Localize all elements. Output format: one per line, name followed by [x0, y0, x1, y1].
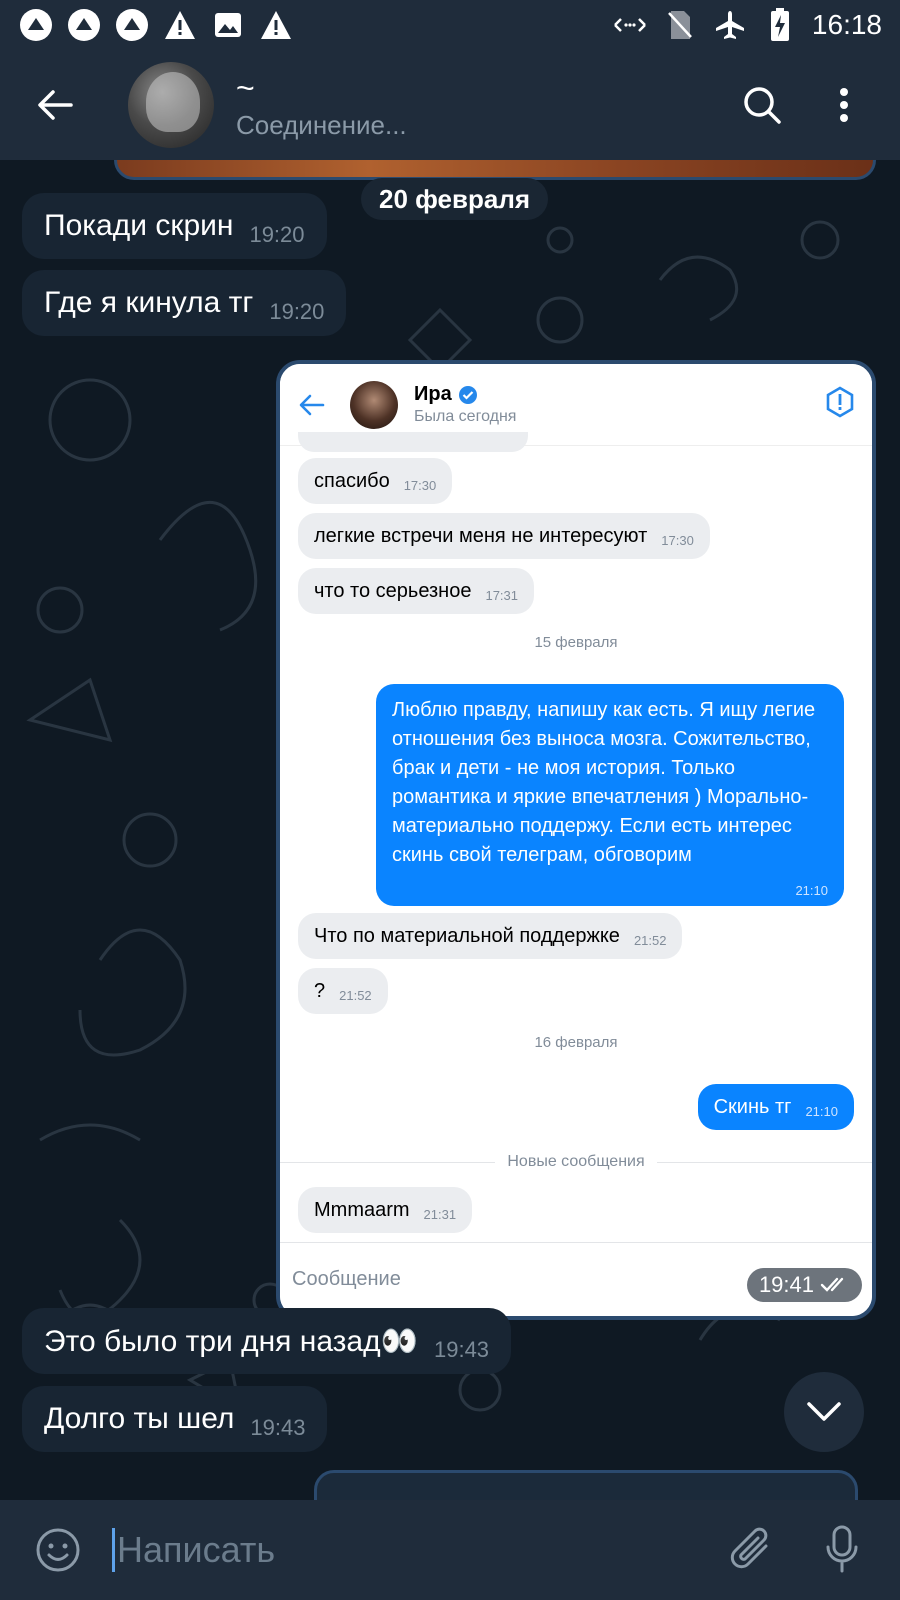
- message-input-bar: [0, 1500, 900, 1600]
- embedded-message-text: спасибо: [314, 469, 390, 492]
- more-options-button[interactable]: [818, 79, 870, 131]
- message-time: 19:43: [433, 1337, 490, 1362]
- embedded-message-time: 17:30: [403, 477, 437, 493]
- message-text: Где я кинула тг: [44, 286, 254, 319]
- embedded-message-text: Люблю правду, напишу как есть. Я ищу лег…: [392, 699, 816, 866]
- message-time: 19:20: [249, 222, 305, 247]
- embedded-message-time: 17:30: [661, 532, 694, 548]
- screenshot-image-message[interactable]: Ира Была сегодня спасибо 17:30 легкие вс…: [276, 360, 876, 1320]
- attach-button[interactable]: [722, 1520, 782, 1580]
- message-input[interactable]: [117, 1529, 677, 1571]
- status-time: 16:18: [811, 9, 882, 40]
- chat-title: ~: [236, 69, 255, 106]
- app-notification-icon: [66, 7, 102, 43]
- embedded-contact-name-row: Ира: [414, 383, 516, 406]
- embedded-date-separator: 15 февраля: [534, 634, 618, 651]
- embedded-incoming-message: легкие встречи меня не интересуют 17:30: [298, 513, 710, 559]
- embedded-message-text: легкие встречи меня не интересуют: [314, 524, 648, 547]
- chat-header: ~ Соединение...: [0, 50, 900, 160]
- airplane-icon: [712, 7, 748, 43]
- chevron-down-icon: [807, 1402, 841, 1421]
- embedded-message-time: 17:31: [485, 587, 519, 603]
- no-sim-icon: [662, 7, 698, 43]
- embedded-warning-icon: [824, 386, 856, 423]
- embedded-message-text: что то серьезное: [314, 579, 472, 602]
- embedded-contact-status: Была сегодня: [414, 408, 517, 425]
- embedded-message-time: 21:10: [805, 1103, 838, 1119]
- embedded-incoming-message: Что по материальной поддержке 21:52: [298, 913, 683, 959]
- embedded-new-messages-label: Новые сообщения: [507, 1153, 645, 1170]
- battery-charging-icon: [762, 7, 798, 43]
- data-arrows-icon: [612, 7, 648, 43]
- image-icon: [210, 7, 246, 43]
- message-text: Это было три дня назад👀: [44, 1324, 418, 1358]
- message-time: 19:43: [250, 1415, 306, 1440]
- embedded-date-separator: 16 февраля: [534, 1034, 618, 1051]
- message-text: Покади скрин: [44, 209, 234, 242]
- message-text: Долго ты шел: [44, 1402, 235, 1435]
- embedded-contact-name: Ира: [414, 383, 452, 405]
- embedded-contact-avatar: [350, 380, 398, 429]
- embedded-incoming-message: ? 21:52: [298, 968, 388, 1014]
- text-caret: [112, 1528, 115, 1572]
- system-icons: 16:18: [612, 7, 882, 43]
- date-separator: 20 февраля: [361, 178, 549, 220]
- incoming-message[interactable]: Где я кинула тг 19:20: [22, 270, 347, 336]
- warning-icon: [258, 7, 294, 43]
- embedded-incoming-message: что то серьезное 17:31: [298, 568, 535, 614]
- search-icon: [744, 87, 781, 124]
- app-notification-icon: [18, 7, 54, 43]
- embedded-incoming-message: Mmmaarm 21:31: [298, 1187, 473, 1233]
- status-bar: 16:18: [0, 0, 900, 50]
- embedded-back-arrow-icon: [280, 394, 344, 416]
- chat-subtitle: Соединение...: [236, 109, 407, 140]
- embedded-message-time: 21:31: [423, 1206, 457, 1222]
- paperclip-icon: [730, 1527, 768, 1569]
- embedded-message-time: 21:52: [633, 932, 667, 948]
- embedded-outgoing-message: Скинь тг 21:10: [697, 1084, 854, 1130]
- previous-photo-message-edge[interactable]: [114, 160, 876, 180]
- incoming-message[interactable]: Покади скрин 19:20: [22, 193, 327, 259]
- embedded-message-text: ?: [314, 979, 326, 1002]
- embedded-incoming-message: спасибо 17:30: [298, 458, 453, 504]
- embedded-outgoing-message: Люблю правду, напишу как есть. Я ищу лег…: [376, 684, 844, 906]
- more-vertical-icon: [840, 88, 848, 122]
- embedded-chat-body: спасибо 17:30 легкие встречи меня не инт…: [280, 432, 872, 1246]
- incoming-message[interactable]: Долго ты шел 19:43: [22, 1386, 328, 1452]
- chat-title-block[interactable]: ~ Соединение...: [236, 70, 407, 141]
- app-notification-icon: [114, 7, 150, 43]
- next-photo-message-edge[interactable]: [314, 1470, 858, 1500]
- verified-badge-icon: [458, 385, 477, 404]
- voice-record-button[interactable]: [812, 1520, 872, 1580]
- search-button[interactable]: [736, 79, 788, 131]
- chat-messages-area[interactable]: 20 февраля Покади скрин 19:20 Где я кину…: [0, 160, 900, 1500]
- embedded-cut-off-message: [298, 432, 528, 452]
- arrow-left-icon: [38, 90, 73, 120]
- embedded-new-messages-separator: Новые сообщения: [280, 1150, 872, 1174]
- double-check-icon: [820, 1277, 844, 1292]
- chat-avatar[interactable]: [128, 62, 214, 148]
- emoji-icon: [36, 1528, 80, 1572]
- scroll-to-bottom-button[interactable]: [784, 1372, 864, 1452]
- message-time: 19:20: [269, 299, 325, 324]
- embedded-message-text: Что по материальной поддержке: [314, 924, 620, 947]
- warning-icon: [162, 7, 198, 43]
- notification-icons: [18, 7, 294, 43]
- embedded-message-time: 21:52: [339, 987, 372, 1003]
- incoming-message[interactable]: Это было три дня назад👀 19:43: [22, 1308, 512, 1374]
- embedded-message-text: Mmmaarm: [314, 1198, 410, 1221]
- embedded-input-placeholder: Сообщение: [292, 1268, 401, 1290]
- back-button[interactable]: [0, 50, 110, 160]
- message-input-wrapper[interactable]: [112, 1528, 722, 1572]
- microphone-icon: [826, 1525, 858, 1573]
- emoji-button[interactable]: [28, 1520, 88, 1580]
- image-timestamp-badge: 19:41: [746, 1268, 862, 1302]
- embedded-message-text: Скинь тг: [713, 1095, 792, 1118]
- embedded-message-time: 21:10: [795, 883, 828, 898]
- message-time: 19:41: [758, 1272, 814, 1297]
